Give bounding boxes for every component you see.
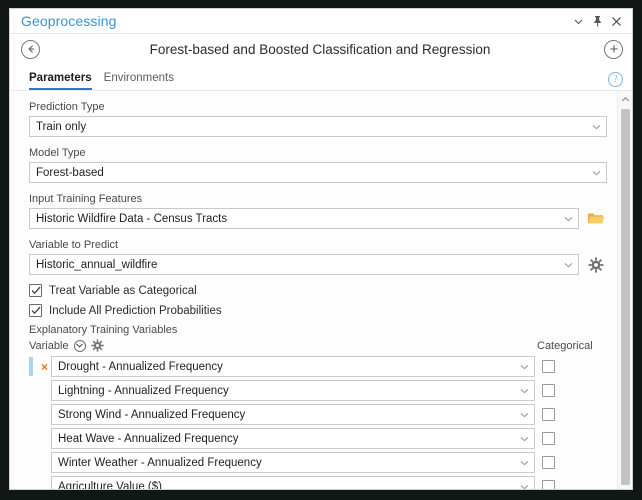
categorical-cell xyxy=(535,360,607,373)
chevron-down-icon xyxy=(519,484,530,490)
chevron-down-icon[interactable] xyxy=(73,339,86,352)
label-prediction-type: Prediction Type xyxy=(29,101,105,113)
prediction-type-value: Train only xyxy=(36,120,87,133)
tab-parameters[interactable]: Parameters xyxy=(29,72,92,90)
explanatory-variable-value: Heat Wave - Annualized Frequency xyxy=(58,432,239,445)
categorical-cell xyxy=(535,480,607,489)
panel-body: Prediction Type Train only Model Type Fo… xyxy=(10,90,632,489)
field-variable-to-predict: Historic_annual_wildfire xyxy=(29,254,607,275)
explanatory-variable-value: Drought - Annualized Frequency xyxy=(58,360,223,373)
parameters-form: Prediction Type Train only Model Type Fo… xyxy=(10,91,617,489)
column-header-variable: Variable xyxy=(29,339,69,352)
pin-icon[interactable] xyxy=(588,12,607,31)
model-type-dropdown[interactable]: Forest-based xyxy=(29,162,607,183)
tab-environments[interactable]: Environments xyxy=(104,72,174,90)
multivalue-header: Variable Categorical xyxy=(29,338,607,353)
chevron-down-icon xyxy=(563,216,574,222)
label-explanatory-training-variables: Explanatory Training Variables xyxy=(29,324,178,336)
categorical-cell xyxy=(535,456,607,469)
explanatory-variable-dropdown[interactable]: Winter Weather - Annualized Frequency xyxy=(51,452,535,473)
explanatory-variable-value: Strong Wind - Annualized Frequency xyxy=(58,408,246,421)
treat-variable-as-categorical-checkbox[interactable] xyxy=(29,284,42,297)
row-selection-indicator xyxy=(29,357,33,376)
table-row[interactable]: × Drought - Annualized Frequency xyxy=(29,356,607,377)
checkbox-row-treat-variable-as-categorical[interactable]: Treat Variable as Categorical xyxy=(29,284,607,297)
panel-title: Geoprocessing xyxy=(21,13,117,29)
table-row[interactable]: × Strong Wind - Annualized Frequency xyxy=(29,404,607,425)
chevron-down-icon xyxy=(519,436,530,442)
variable-to-predict-dropdown[interactable]: Historic_annual_wildfire xyxy=(29,254,579,275)
row-selection-indicator xyxy=(29,405,33,424)
include-all-prediction-probabilities-checkbox[interactable] xyxy=(29,304,42,317)
chevron-down-icon xyxy=(591,124,602,130)
include-all-prediction-probabilities-label: Include All Prediction Probabilities xyxy=(49,304,222,317)
column-header-categorical: Categorical xyxy=(537,339,593,352)
explanatory-variable-dropdown[interactable]: Drought - Annualized Frequency xyxy=(51,356,535,377)
categorical-checkbox[interactable] xyxy=(542,456,555,469)
row-selection-indicator xyxy=(29,429,33,448)
categorical-cell xyxy=(535,432,607,445)
field-input-training-features: Historic Wildfire Data - Census Tracts xyxy=(29,208,607,229)
categorical-checkbox[interactable] xyxy=(542,408,555,421)
explanatory-variable-value: Winter Weather - Annualized Frequency xyxy=(58,456,262,469)
window-shadow-frame: Geoprocessing Forest-based and Boosted C… xyxy=(0,0,642,500)
label-model-type: Model Type xyxy=(29,147,86,159)
gear-icon[interactable] xyxy=(90,339,104,352)
row-selection-indicator xyxy=(29,453,33,472)
explanatory-variable-value: Lightning - Annualized Frequency xyxy=(58,384,229,397)
multivalue-header-variable: Variable xyxy=(29,339,535,352)
categorical-checkbox[interactable] xyxy=(542,360,555,373)
geoprocessing-panel: Geoprocessing Forest-based and Boosted C… xyxy=(9,8,633,490)
input-training-features-value: Historic Wildfire Data - Census Tracts xyxy=(36,212,228,225)
table-row[interactable]: × Heat Wave - Annualized Frequency xyxy=(29,428,607,449)
explanatory-variable-dropdown[interactable]: Heat Wave - Annualized Frequency xyxy=(51,428,535,449)
explanatory-variable-dropdown[interactable]: Agriculture Value ($) xyxy=(51,476,535,489)
field-prediction-type: Train only xyxy=(29,116,607,137)
remove-row-icon[interactable]: × xyxy=(38,361,51,373)
tabstrip: Parameters Environments ? xyxy=(10,64,632,90)
model-type-value: Forest-based xyxy=(36,166,104,179)
gear-icon[interactable] xyxy=(585,255,607,275)
explanatory-variable-value: Agriculture Value ($) xyxy=(58,480,162,490)
chevron-down-icon xyxy=(519,388,530,394)
treat-variable-as-categorical-label: Treat Variable as Categorical xyxy=(49,284,197,297)
tool-title: Forest-based and Boosted Classification … xyxy=(149,41,491,57)
table-row[interactable]: × Agriculture Value ($) xyxy=(29,476,607,489)
chevron-down-icon xyxy=(563,262,574,268)
field-model-type: Forest-based xyxy=(29,162,607,183)
row-selection-indicator xyxy=(29,381,33,400)
folder-icon[interactable] xyxy=(585,209,607,229)
checkbox-row-include-all-prediction-probabilities[interactable]: Include All Prediction Probabilities xyxy=(29,304,607,317)
categorical-checkbox[interactable] xyxy=(542,480,555,489)
close-icon[interactable] xyxy=(607,12,626,31)
categorical-cell xyxy=(535,384,607,397)
variable-to-predict-value: Historic_annual_wildfire xyxy=(36,258,158,271)
chevron-down-icon xyxy=(519,364,530,370)
add-icon[interactable] xyxy=(604,39,623,59)
vertical-scrollbar[interactable] xyxy=(617,91,632,489)
prediction-type-dropdown[interactable]: Train only xyxy=(29,116,607,137)
input-training-features-dropdown[interactable]: Historic Wildfire Data - Census Tracts xyxy=(29,208,579,229)
scrollbar-thumb[interactable] xyxy=(620,109,630,485)
scroll-up-icon[interactable] xyxy=(619,93,632,106)
help-icon[interactable]: ? xyxy=(608,72,623,87)
chevron-down-icon[interactable] xyxy=(569,12,588,31)
panel-titlebar: Geoprocessing xyxy=(10,9,632,34)
table-row[interactable]: × Lightning - Annualized Frequency xyxy=(29,380,607,401)
label-input-training-features: Input Training Features xyxy=(29,193,143,205)
chevron-down-icon xyxy=(591,170,602,176)
back-icon[interactable] xyxy=(21,39,40,59)
categorical-checkbox[interactable] xyxy=(542,432,555,445)
explanatory-variable-dropdown[interactable]: Lightning - Annualized Frequency xyxy=(51,380,535,401)
tool-header: Forest-based and Boosted Classification … xyxy=(10,34,632,64)
chevron-down-icon xyxy=(519,412,530,418)
explanatory-variable-dropdown[interactable]: Strong Wind - Annualized Frequency xyxy=(51,404,535,425)
categorical-checkbox[interactable] xyxy=(542,384,555,397)
label-variable-to-predict: Variable to Predict xyxy=(29,239,119,251)
row-selection-indicator xyxy=(29,477,33,489)
chevron-down-icon xyxy=(519,460,530,466)
table-row[interactable]: × Winter Weather - Annualized Frequency xyxy=(29,452,607,473)
categorical-cell xyxy=(535,408,607,421)
